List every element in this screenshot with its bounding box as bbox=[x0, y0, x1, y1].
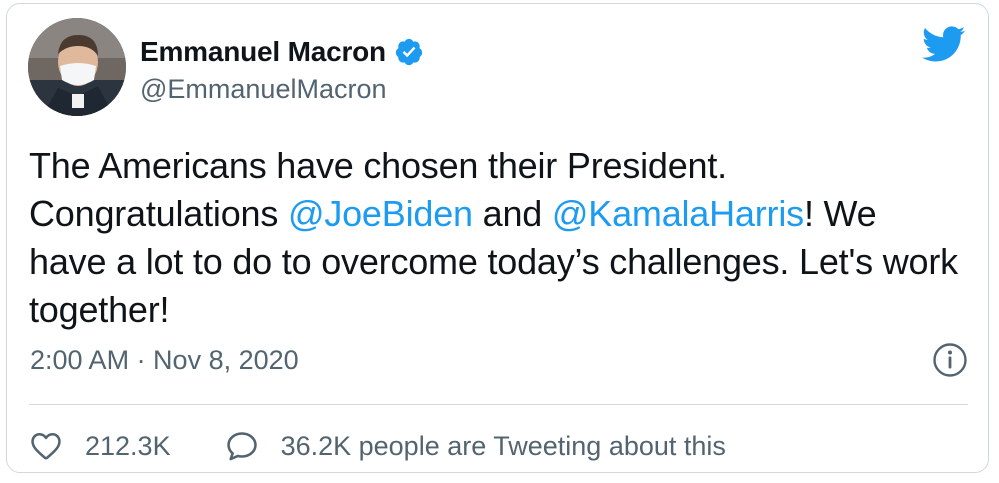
divider bbox=[29, 404, 968, 405]
info-icon[interactable] bbox=[932, 342, 968, 378]
tweeting-about-link[interactable]: 36.2K people are Tweeting about this bbox=[225, 429, 726, 463]
tweeting-count: 36.2K people are Tweeting about this bbox=[280, 430, 726, 461]
like-button[interactable]: 212.3K bbox=[29, 429, 171, 463]
author-display-name[interactable]: Emmanuel Macron bbox=[140, 36, 386, 68]
verified-badge-icon bbox=[394, 37, 424, 67]
profile-photo-icon bbox=[28, 18, 126, 116]
speech-bubble-icon bbox=[226, 432, 257, 461]
mention-link-joebiden[interactable]: @JoeBiden bbox=[288, 193, 473, 234]
avatar[interactable] bbox=[28, 18, 126, 116]
tweet-actions: 212.3K 36.2K people are Tweeting about t… bbox=[29, 424, 726, 468]
like-count: 212.3K bbox=[85, 430, 171, 461]
tweet-card: Emmanuel Macron @EmmanuelMacron The Amer… bbox=[6, 3, 989, 473]
heart-icon bbox=[31, 432, 61, 460]
author-name-row[interactable]: Emmanuel Macron bbox=[140, 34, 424, 70]
twitter-bird-icon[interactable] bbox=[920, 25, 966, 63]
tweet-text-part: and bbox=[472, 193, 552, 234]
tweet-timestamp[interactable]: 2:00 AM · Nov 8, 2020 bbox=[30, 345, 299, 376]
author-handle[interactable]: @EmmanuelMacron bbox=[140, 74, 387, 105]
tweet-text: The Americans have chosen their Presiden… bbox=[29, 142, 959, 334]
mention-link-kamalaharris[interactable]: @KamalaHarris bbox=[552, 193, 804, 234]
